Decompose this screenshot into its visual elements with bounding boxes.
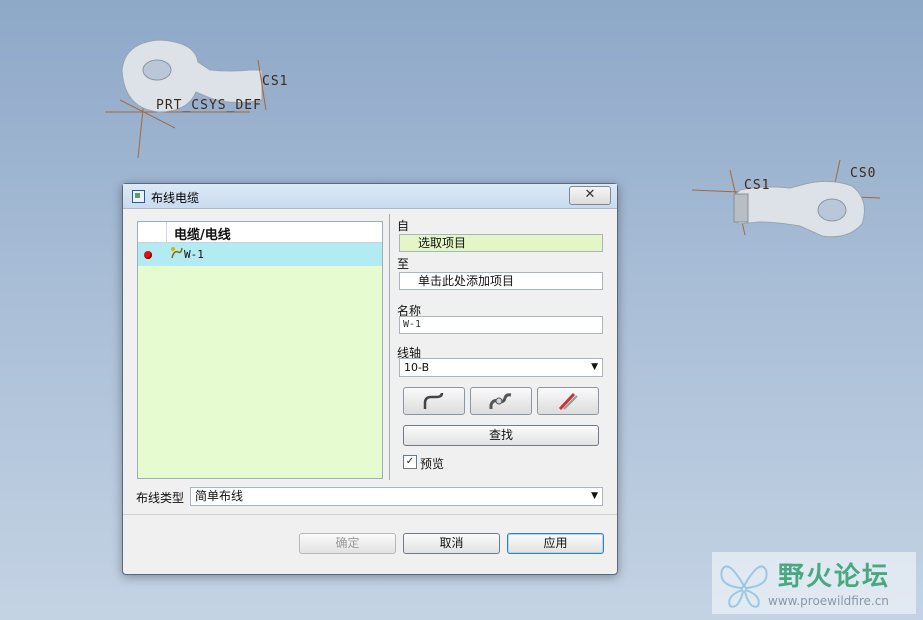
list-header: 电缆/电线 (138, 222, 382, 243)
watermark-title: 野火论坛 (778, 562, 891, 592)
chevron-down-icon: ▼ (591, 491, 598, 501)
list-header-label: 电缆/电线 (174, 228, 231, 243)
csys-label-prt-csys-def: PRT_CSYS_DEF (156, 98, 262, 113)
butterfly-logo-icon (720, 565, 768, 608)
routing-type-label: 布线类型 (136, 491, 185, 505)
chevron-down-icon: ▼ (591, 362, 598, 372)
list-header-status-col (138, 222, 167, 242)
wire-icon (170, 246, 184, 263)
to-collector[interactable]: 单击此处添加项目 (399, 272, 603, 290)
csys-label-cs1-left: CS1 (262, 74, 289, 89)
from-label: 自 (397, 219, 410, 233)
site-watermark: 野火论坛 www.proewildfire.cn (712, 552, 916, 614)
dialog-title: 布线电缆 (151, 191, 200, 205)
csys-label-cs1-right: CS1 (744, 178, 771, 193)
route-flex-icon (489, 393, 512, 409)
spool-select-value: 10-B (404, 361, 430, 374)
routing-type-select[interactable]: 简单布线 ▼ (190, 487, 603, 506)
apply-button[interactable]: 应用 (507, 533, 604, 554)
name-field-value: W-1 (403, 319, 422, 330)
panel-divider (389, 214, 390, 480)
close-button[interactable]: ✕ (569, 186, 611, 205)
footer-divider (123, 514, 617, 515)
status-dot-icon (144, 251, 152, 259)
route-pencil-button[interactable] (537, 387, 599, 415)
route-bend-button[interactable] (403, 387, 465, 415)
from-collector[interactable]: 选取项目 (399, 234, 603, 252)
ok-button[interactable]: 确定 (299, 533, 396, 554)
preview-checkbox[interactable]: ✓ (403, 455, 417, 469)
find-button[interactable]: 查找 (403, 425, 599, 446)
spool-select[interactable]: 10-B ▼ (399, 358, 603, 377)
preview-label: 预览 (420, 457, 445, 471)
route-cables-dialog: 布线电缆 ✕ 电缆/电线 W-1 自 选取项目 至 单击此处添加项目 名称 W-… (122, 183, 618, 575)
route-bend-icon (423, 392, 444, 409)
csys-label-cs0: CS0 (850, 166, 877, 181)
dialog-titlebar[interactable]: 布线电缆 ✕ (123, 184, 617, 209)
route-pencil-icon (558, 392, 578, 411)
to-label: 至 (397, 257, 410, 271)
cancel-button[interactable]: 取消 (403, 533, 500, 554)
from-collector-value: 选取项目 (418, 236, 467, 250)
route-flex-button[interactable] (470, 387, 532, 415)
to-collector-value: 单击此处添加项目 (418, 274, 515, 288)
routing-type-value: 简单布线 (195, 489, 244, 503)
cable-wire-list[interactable]: 电缆/电线 W-1 (137, 221, 383, 479)
name-field[interactable]: W-1 (399, 316, 603, 334)
watermark-url: www.proewildfire.cn (768, 594, 889, 608)
list-item[interactable]: W-1 (138, 243, 382, 266)
list-item-name: W-1 (184, 248, 204, 261)
dialog-app-icon (132, 190, 145, 203)
